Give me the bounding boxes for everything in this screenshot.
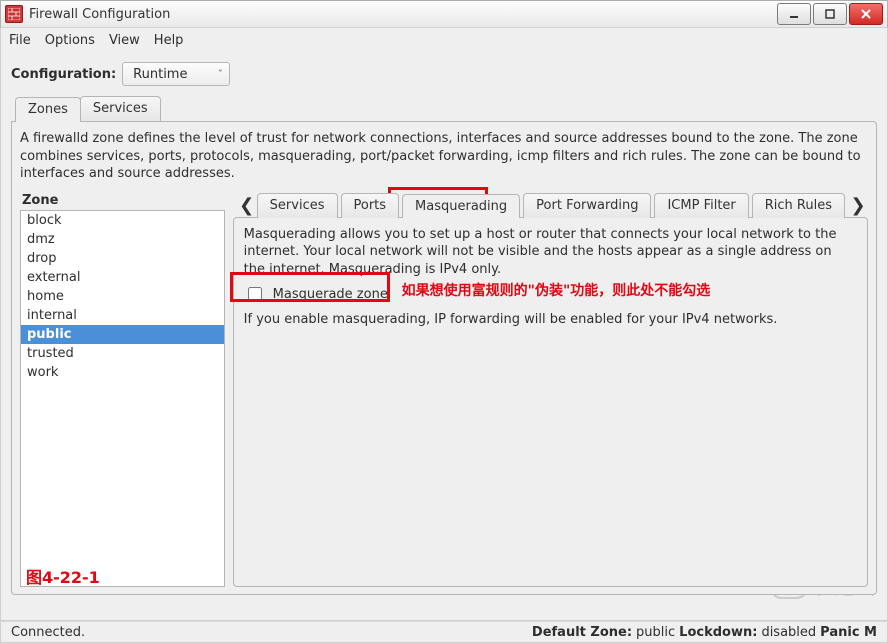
zone-item-home[interactable]: home <box>21 287 224 306</box>
minimize-button[interactable] <box>777 3 811 25</box>
chevron-down-icon: ˇ <box>218 68 224 81</box>
zones-panel: A firewalld zone defines the level of tr… <box>11 121 877 595</box>
status-default-zone-value: public <box>636 625 675 640</box>
window-titlebar: Firewall Configuration <box>0 0 888 28</box>
tabs-scroll-right[interactable]: ❯ <box>848 193 868 217</box>
masquerading-enable-note: If you enable masquerading, IP forwardin… <box>244 312 857 327</box>
tab-zones[interactable]: Zones <box>15 97 81 122</box>
configuration-row: Configuration: Runtime ˇ <box>11 62 877 86</box>
menubar: File Options View Help <box>0 28 888 52</box>
status-panic-label: Panic M <box>820 625 877 640</box>
inner-tab-masquerading[interactable]: Masquerading <box>402 194 520 218</box>
inner-tab-ports[interactable]: Ports <box>341 193 400 218</box>
zone-item-trusted[interactable]: trusted <box>21 344 224 363</box>
window-title: Firewall Configuration <box>29 7 775 22</box>
zone-heading: Zone <box>20 193 225 208</box>
masquerading-description: Masquerading allows you to set up a host… <box>244 226 857 279</box>
outer-tabs: Zones Services A firewalld zone defines … <box>11 96 877 595</box>
annotation-rich-rule-note: 如果想使用富规则的"伪装"功能，则此处不能勾选 <box>402 280 711 300</box>
inner-tab-icmp-filter[interactable]: ICMP Filter <box>654 193 748 218</box>
tab-services[interactable]: Services <box>80 96 161 121</box>
statusbar: Connected. Default Zone: public Lockdown… <box>0 621 888 643</box>
menu-options[interactable]: Options <box>45 33 95 48</box>
tabs-scroll-left[interactable]: ❮ <box>237 193 257 217</box>
status-lockdown-value: disabled <box>761 625 816 640</box>
configuration-dropdown[interactable]: Runtime ˇ <box>122 62 230 86</box>
menu-view[interactable]: View <box>109 33 140 48</box>
zone-item-block[interactable]: block <box>21 211 224 230</box>
zone-item-internal[interactable]: internal <box>21 306 224 325</box>
inner-tab-rich-rules[interactable]: Rich Rules <box>752 193 845 218</box>
status-lockdown-label: Lockdown: <box>679 625 757 640</box>
window-body: Configuration: Runtime ˇ Zones Services … <box>0 52 888 621</box>
status-connection: Connected. <box>11 625 85 640</box>
inner-tab-services[interactable]: Services <box>257 193 338 218</box>
zone-list[interactable]: blockdmzdropexternalhomeinternalpublictr… <box>20 210 225 587</box>
configuration-value: Runtime <box>133 67 187 82</box>
annotation-figure-label: 图4-22-1 <box>26 564 100 588</box>
zone-item-drop[interactable]: drop <box>21 249 224 268</box>
firewall-icon <box>5 5 23 23</box>
zone-item-work[interactable]: work <box>21 363 224 382</box>
menu-help[interactable]: Help <box>154 33 184 48</box>
zone-item-public[interactable]: public <box>21 325 224 344</box>
zone-item-dmz[interactable]: dmz <box>21 230 224 249</box>
status-default-zone-label: Default Zone: <box>532 625 632 640</box>
zone-item-external[interactable]: external <box>21 268 224 287</box>
annotation-highlight-checkbox <box>230 272 390 302</box>
menu-file[interactable]: File <box>9 33 31 48</box>
zone-settings-column: ❮ Services Ports Masquerading Port Forwa… <box>233 193 868 587</box>
zone-column: Zone blockdmzdropexternalhomeinternalpub… <box>20 193 225 587</box>
masquerading-panel: Masquerading allows you to set up a host… <box>233 217 868 587</box>
close-button[interactable] <box>849 3 883 25</box>
zone-description: A firewalld zone defines the level of tr… <box>20 130 868 183</box>
inner-tab-port-forwarding[interactable]: Port Forwarding <box>523 193 651 218</box>
maximize-button[interactable] <box>813 3 847 25</box>
configuration-label: Configuration: <box>11 67 116 82</box>
